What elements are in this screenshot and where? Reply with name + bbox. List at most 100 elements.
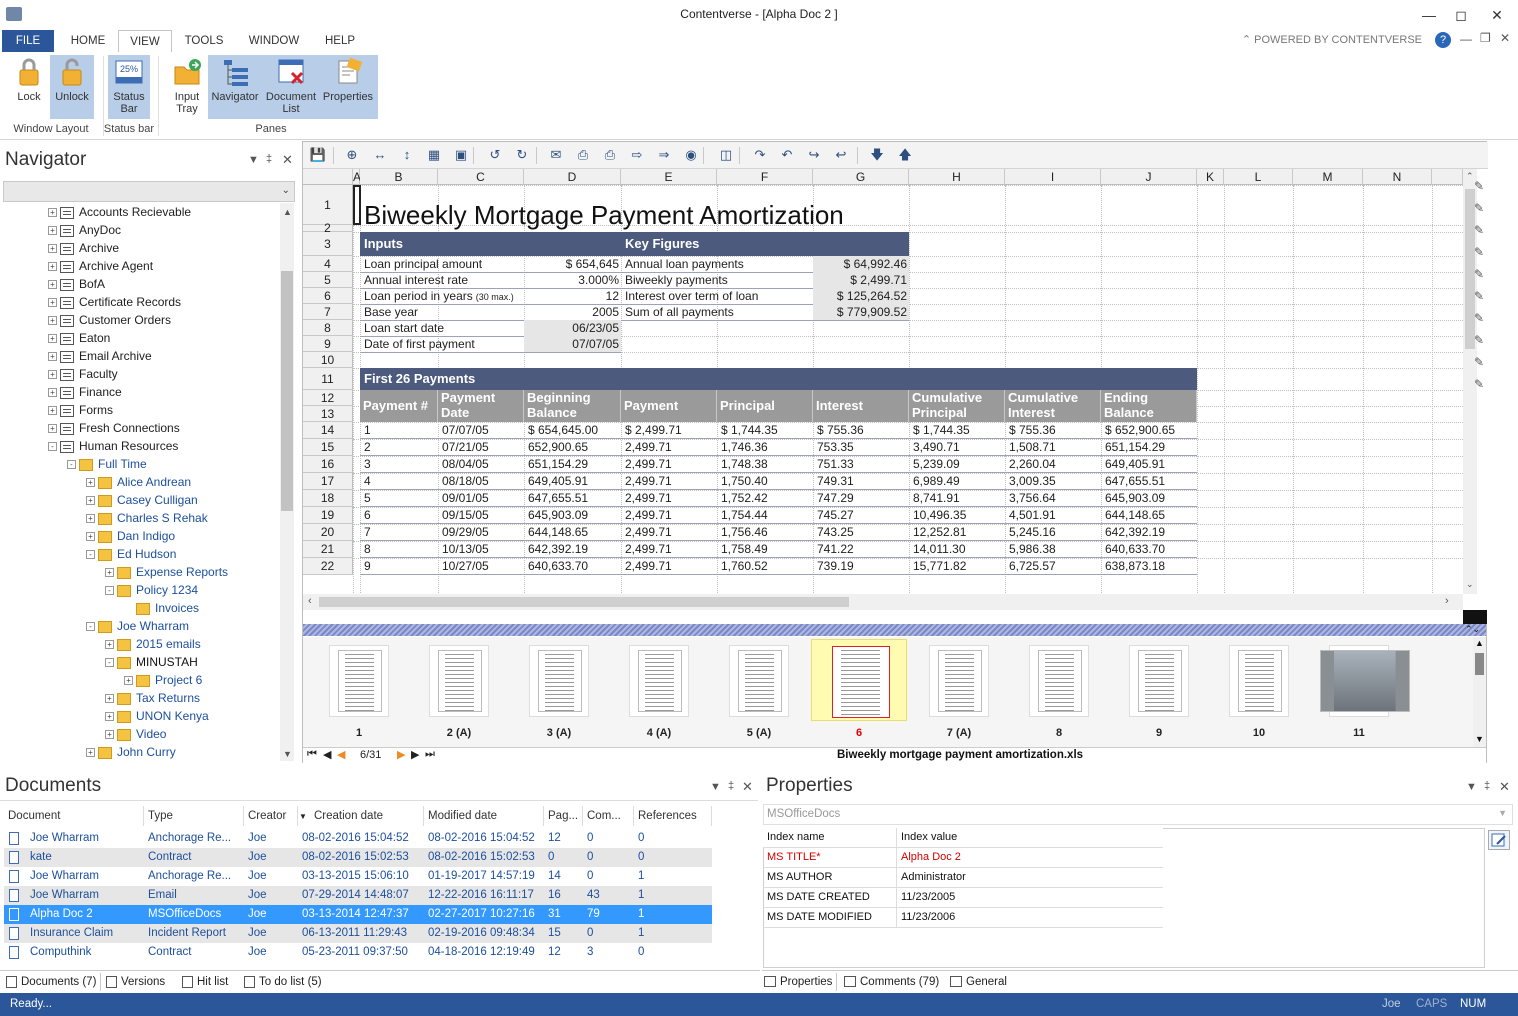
page-thumbnail[interactable] <box>811 639 907 721</box>
pane-menu-icon[interactable]: ▼ <box>1466 781 1477 793</box>
scroll-left-icon[interactable]: ‹ <box>308 595 312 607</box>
menu-tools[interactable]: TOOLS <box>178 30 230 52</box>
row-header[interactable]: 9 <box>303 336 353 352</box>
column-header[interactable]: I <box>1005 169 1101 185</box>
properties-button[interactable]: Properties <box>320 55 376 119</box>
save-icon[interactable]: 💾 <box>309 146 327 164</box>
page-thumbnail[interactable] <box>929 645 989 717</box>
property-value[interactable]: 11/23/2006 <box>901 911 955 923</box>
column-header[interactable]: L <box>1224 169 1293 185</box>
pin-icon[interactable]: ‡ <box>728 780 734 792</box>
scroll-up-icon[interactable]: ▲ <box>283 207 292 217</box>
collapse-icon[interactable]: - <box>48 442 57 452</box>
tab-hit-list[interactable]: Hit list <box>182 973 228 991</box>
expand-icon[interactable]: + <box>48 334 57 344</box>
expand-icon[interactable]: + <box>48 208 57 218</box>
navigator-scrollbar[interactable]: ▲ ▼ <box>280 203 294 761</box>
scroll-down-icon[interactable]: ▼ <box>1475 734 1484 744</box>
row-header[interactable]: 16 <box>303 456 353 473</box>
scroll-down-icon[interactable]: ▼ <box>283 749 292 759</box>
zoom-in-icon[interactable]: ⊕ <box>343 146 361 164</box>
lock-button[interactable]: Lock <box>8 55 50 119</box>
tree-item[interactable]: + Alice Andrean <box>86 473 191 491</box>
column-header[interactable]: E <box>621 169 717 185</box>
page-thumbnail[interactable] <box>629 645 689 717</box>
table-row[interactable]: Insurance Claim Incident Report Joe 06-13-2… <box>4 924 712 943</box>
expand-icon[interactable]: + <box>48 226 57 236</box>
tree-item[interactable]: + UNON Kenya <box>105 707 209 725</box>
tab-versions[interactable]: Versions <box>106 973 165 991</box>
row-header[interactable]: 13 <box>303 406 353 422</box>
page-thumbnail[interactable] <box>429 645 489 717</box>
tree-item[interactable]: + Archive Agent <box>48 257 153 275</box>
expand-icon[interactable]: + <box>86 532 95 542</box>
row-header[interactable]: 7 <box>303 304 353 320</box>
column-header[interactable]: K <box>1197 169 1224 185</box>
row-header[interactable]: 15 <box>303 439 353 456</box>
next-doc-icon[interactable]: ▶ <box>397 748 405 761</box>
print-stamp-icon[interactable]: ✎ <box>1471 377 1487 393</box>
export-icon[interactable]: ⇨ <box>628 146 646 164</box>
scroll-thumb[interactable] <box>281 271 293 511</box>
column-header-type[interactable]: Type <box>144 806 244 826</box>
pin-icon[interactable]: ‡ <box>266 153 272 165</box>
document-list-button[interactable]: Document List <box>262 55 320 119</box>
page-icon[interactable]: ✎ <box>1471 267 1487 283</box>
menu-file[interactable]: FILE <box>2 30 54 52</box>
row-header[interactable]: 1 <box>303 185 353 225</box>
arrow-down-icon[interactable]: 🡇 <box>868 146 886 164</box>
last-page-icon[interactable]: ⏭ <box>425 748 435 761</box>
row-header[interactable]: 4 <box>303 256 353 272</box>
fit-page-icon[interactable]: ▦ <box>425 146 443 164</box>
property-value[interactable]: Alpha Doc 2 <box>901 851 961 863</box>
expand-icon[interactable]: + <box>48 406 57 416</box>
page-thumbnail[interactable] <box>1129 645 1189 717</box>
column-header-creationdate[interactable]: Creation date <box>298 806 424 826</box>
page-thumbnail[interactable] <box>1320 645 1410 717</box>
page-thumbnail[interactable] <box>1229 645 1289 717</box>
scroll-thumb[interactable] <box>319 597 849 607</box>
print-icon[interactable]: ⎙ <box>601 146 619 164</box>
column-header[interactable]: J <box>1101 169 1197 185</box>
redact-icon[interactable]: ✎ <box>1471 289 1487 305</box>
tree-item[interactable]: + Video <box>105 725 166 743</box>
attach-icon[interactable]: ✎ <box>1471 311 1487 327</box>
edit-properties-icon[interactable] <box>1488 830 1510 850</box>
column-header-com[interactable]: Com... <box>583 806 634 826</box>
sort-desc-icon[interactable]: ▼ <box>299 812 307 821</box>
tree-item[interactable]: + John Curry <box>86 743 176 761</box>
tree-item[interactable]: - Ed Hudson <box>86 545 176 563</box>
input-tray-button[interactable]: Input Tray <box>166 55 208 119</box>
expand-icon[interactable]: + <box>105 712 114 722</box>
ribbon-restore-icon[interactable]: ❐ <box>1480 31 1491 45</box>
collapse-ribbon-icon[interactable]: ⌃ <box>1242 34 1251 46</box>
row-header[interactable]: 21 <box>303 541 353 558</box>
column-header-pag[interactable]: Pag... <box>544 806 583 826</box>
row-header[interactable]: 2 <box>303 222 353 234</box>
tree-item[interactable]: + Casey Culligan <box>86 491 198 509</box>
close-icon[interactable]: ✕ <box>1482 4 1512 26</box>
column-header-document[interactable]: Document <box>4 806 144 826</box>
expand-icon[interactable]: + <box>48 388 57 398</box>
tree-item[interactable]: - MINUSTAH <box>105 653 198 671</box>
column-header[interactable]: H <box>909 169 1005 185</box>
navigator-combo[interactable]: ⌄ <box>3 181 295 202</box>
grid-corner[interactable] <box>303 169 353 185</box>
collapse-icon[interactable]: - <box>105 586 114 596</box>
tree-item[interactable]: - Joe Wharram <box>86 617 189 635</box>
column-header-creator[interactable]: Creator <box>244 806 298 826</box>
fit-width-icon[interactable]: ↔ <box>371 146 389 164</box>
column-header[interactable]: D <box>524 169 621 185</box>
property-row[interactable]: MS DATE CREATED 11/23/2005 <box>763 888 1163 908</box>
help-icon[interactable]: ? <box>1435 32 1451 48</box>
column-header-references[interactable]: References <box>634 806 712 826</box>
table-row[interactable]: Joe Wharram Anchorage Re... Joe 03-13-2015 … <box>4 867 712 886</box>
table-row[interactable]: Alpha Doc 2 MSOfficeDocs Joe 03-13-2014 12:… <box>4 905 712 924</box>
tree-item[interactable]: + Charles S Rehak <box>86 509 208 527</box>
scroll-up-icon[interactable]: ▲ <box>1475 638 1484 648</box>
thumbnail-vscroll[interactable]: ▲ ▼ <box>1473 637 1486 747</box>
expand-icon[interactable]: + <box>48 424 57 434</box>
table-row[interactable]: kate Contract Joe 08-02-2016 15:02:53 08-02-… <box>4 848 712 867</box>
scroll-right-icon[interactable]: › <box>1445 595 1449 607</box>
row-header[interactable]: 19 <box>303 507 353 524</box>
